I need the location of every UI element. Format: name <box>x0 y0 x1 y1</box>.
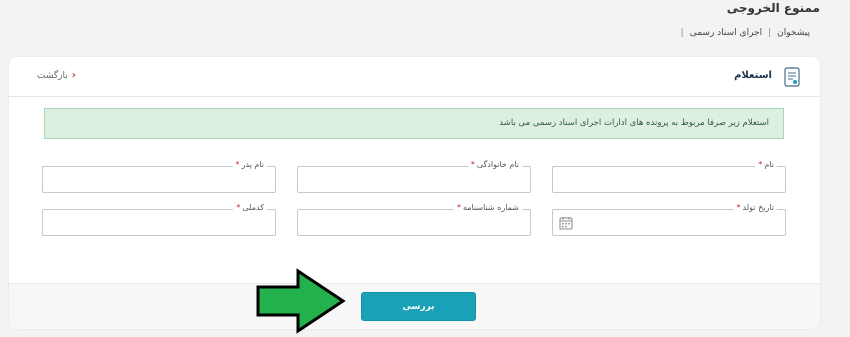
card-title: استعلام <box>734 70 772 81</box>
card-footer: بررسی <box>9 283 820 329</box>
required-mark: * <box>758 160 763 169</box>
arrow-right-icon <box>256 268 346 334</box>
last-name-field: نام خانوادگی * <box>297 160 531 193</box>
breadcrumb-separator: | <box>680 28 684 38</box>
last-name-input[interactable] <box>298 167 530 193</box>
father-name-input[interactable] <box>43 167 275 193</box>
card-header: استعلام ‹ بازگشت <box>9 57 820 97</box>
document-icon <box>784 67 800 87</box>
chevron-left-icon: ‹ <box>71 70 76 81</box>
father-name-field: نام پدر * <box>42 160 276 193</box>
breadcrumb-item-dashboard[interactable]: پیشخوان <box>777 28 810 38</box>
back-label: بازگشت <box>37 70 68 81</box>
id-number-label: شماره شناسنامه * <box>453 203 522 212</box>
submit-button[interactable]: بررسی <box>361 292 476 321</box>
birth-date-label: تاریخ تولد * <box>733 203 777 212</box>
breadcrumb: پیشخوان | اجرای اسناد رسمی | <box>681 28 810 38</box>
id-number-input[interactable] <box>298 210 530 236</box>
required-mark: * <box>470 160 475 169</box>
required-mark: * <box>236 203 241 212</box>
first-name-label: نام * <box>755 160 777 169</box>
birth-date-input[interactable] <box>553 210 785 236</box>
breadcrumb-separator: | <box>768 28 772 38</box>
inquiry-card: استعلام ‹ بازگشت استعلام زیر صرفا مربوط … <box>9 57 820 329</box>
page-title: ممنوع الخروجی <box>726 1 820 15</box>
required-mark: * <box>456 203 461 212</box>
national-code-label: کدملی * <box>233 203 267 212</box>
back-link[interactable]: ‹ بازگشت <box>37 70 76 81</box>
birth-date-field: تاریخ تولد * <box>552 203 786 236</box>
last-name-label: نام خانوادگی * <box>467 160 522 169</box>
national-code-input[interactable] <box>43 210 275 236</box>
required-mark: * <box>235 160 240 169</box>
id-number-field: شماره شناسنامه * <box>297 203 531 236</box>
first-name-field: نام * <box>552 160 786 193</box>
calendar-icon[interactable] <box>559 216 573 230</box>
breadcrumb-item-official-docs[interactable]: اجرای اسناد رسمی <box>690 28 762 38</box>
father-name-label: نام پدر * <box>232 160 267 169</box>
required-mark: * <box>736 203 741 212</box>
first-name-input[interactable] <box>553 167 785 193</box>
national-code-field: کدملی * <box>42 203 276 236</box>
info-alert: استعلام زیر صرفا مربوط به پرونده های ادا… <box>44 108 784 139</box>
